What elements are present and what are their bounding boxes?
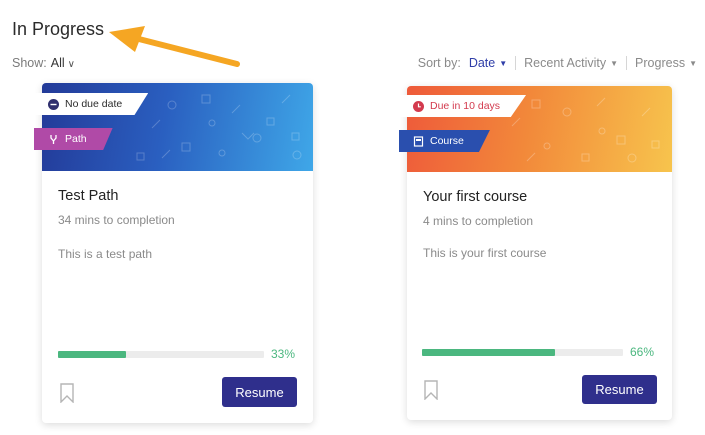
caret-down-icon: ▼: [499, 58, 508, 68]
progress-fill: [58, 351, 126, 358]
sort-option-progress[interactable]: Progress ▼: [635, 56, 697, 70]
course-card[interactable]: No due date Path Test Path 34 mins to co…: [34, 83, 313, 423]
type-tag-course: Course: [399, 130, 490, 152]
completion-time: 4 mins to completion: [423, 214, 534, 228]
clock-icon: [413, 100, 424, 112]
progress-fill: [422, 349, 555, 356]
show-filter-label: Show:: [12, 56, 47, 70]
chevron-down-icon: ∨: [67, 59, 75, 70]
sort-bar: Sort by: Date ▼ Recent Activity ▼ Progress…: [418, 56, 697, 70]
no-due-date-icon: [48, 98, 59, 110]
card-content: Your first course 4 mins to completion: [423, 189, 656, 228]
due-date-label: No due date: [65, 98, 123, 110]
sort-option-progress-label: Progress: [635, 56, 686, 70]
sort-option-recent-activity[interactable]: Recent Activity ▼: [524, 56, 618, 70]
show-filter-value[interactable]: All: [51, 56, 65, 70]
type-label: Path: [65, 133, 87, 145]
bookmark-icon[interactable]: [60, 383, 74, 403]
bookmark-icon[interactable]: [424, 380, 438, 400]
type-label: Course: [430, 135, 464, 147]
due-date-label: Due in 10 days: [430, 100, 501, 112]
progress-bar: [58, 351, 264, 358]
sort-divider: [515, 56, 517, 70]
card-title[interactable]: Your first course: [423, 189, 656, 205]
show-filter[interactable]: Show: All ∨: [12, 56, 75, 70]
card-description: This is a test path: [58, 247, 153, 261]
caret-down-icon: ▼: [610, 58, 619, 68]
sort-label: Sort by:: [417, 56, 461, 70]
sort-option-date-label: Date: [468, 56, 496, 70]
due-date-tag: Due in 10 days: [399, 95, 527, 117]
type-tag-path: Path: [34, 128, 113, 150]
annotation-arrow-icon: [109, 26, 240, 67]
card-content: Test Path 34 mins to completion: [58, 188, 297, 227]
sort-option-date[interactable]: Date ▼: [469, 56, 507, 70]
progress-bar: [422, 349, 623, 356]
caret-down-icon: ▼: [689, 58, 697, 68]
path-icon: [48, 134, 59, 145]
course-icon: [413, 135, 424, 147]
due-date-tag: No due date: [34, 93, 149, 115]
progress-percent: 66%: [630, 345, 655, 359]
card-description: This is your first course: [423, 246, 547, 260]
card-title[interactable]: Test Path: [58, 188, 297, 204]
resume-button[interactable]: Resume: [582, 375, 657, 404]
sort-option-recent-activity-label: Recent Activity: [524, 56, 607, 70]
resume-button[interactable]: Resume: [222, 377, 297, 407]
course-card[interactable]: Due in 10 days Course Your first course …: [399, 86, 672, 420]
completion-time: 34 mins to completion: [58, 213, 175, 227]
section-title: In Progress: [12, 19, 105, 39]
sort-divider: [626, 56, 628, 70]
progress-percent: 33%: [271, 347, 296, 361]
